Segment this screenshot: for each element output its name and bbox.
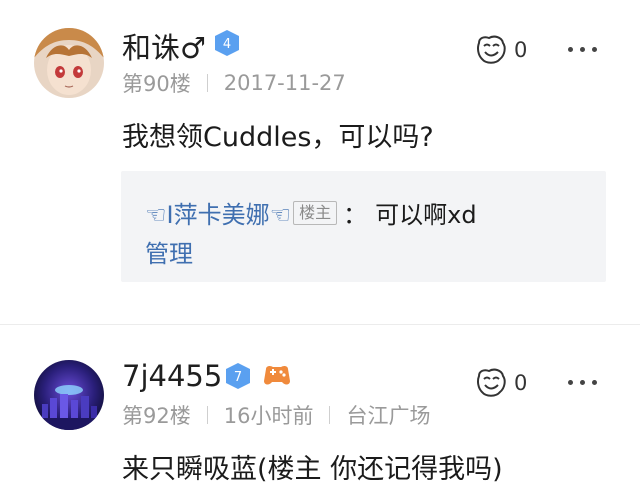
divider	[206, 74, 208, 92]
like-button[interactable]: 0	[474, 33, 527, 67]
username[interactable]: 7j4455	[122, 359, 222, 393]
level-badge-icon: 7	[223, 361, 253, 391]
like-count: 0	[514, 38, 528, 62]
more-icon[interactable]	[568, 47, 597, 52]
post-content: 来只瞬吸蓝(楼主 你还记得我吗)	[122, 454, 503, 485]
post-item: 7j4455 7 第92楼 16小时前 台江广场 0 来只瞬吸蓝(楼主 你还记得…	[0, 325, 640, 501]
level-value: 4	[223, 37, 231, 52]
avatar[interactable]	[34, 360, 104, 430]
game-badge-icon	[262, 363, 292, 393]
post-item: 和诛♂ 4 第90楼 2017-11-27 0 我想领Cuddles，可以吗? …	[0, 0, 640, 325]
level-badge-icon: 4	[212, 28, 242, 58]
reply-box: ☜I萍卡美娜☜ 楼主 ： 可以啊xd 管理	[121, 171, 606, 282]
divider	[206, 406, 208, 424]
floor-number: 第90楼	[122, 72, 191, 96]
post-meta: 第90楼 2017-11-27	[122, 68, 346, 98]
floor-number: 第92楼	[122, 404, 191, 428]
post-location: 台江广场	[346, 404, 431, 428]
divider	[329, 406, 331, 424]
post-time: 2017-11-27	[223, 71, 346, 95]
post-time: 16小时前	[223, 404, 314, 428]
like-button[interactable]: 0	[474, 366, 527, 400]
username[interactable]: 和诛♂	[122, 25, 206, 67]
level-value: 7	[234, 370, 242, 385]
like-count: 0	[514, 371, 528, 395]
reply-text: 可以啊xd	[375, 201, 477, 229]
like-face-icon	[477, 35, 506, 64]
reply-author-link[interactable]: ☜I萍卡美娜☜	[145, 195, 291, 230]
more-icon[interactable]	[568, 380, 597, 385]
avatar[interactable]	[34, 28, 104, 98]
reply-line: ☜I萍卡美娜☜ 楼主 ： 可以啊xd	[145, 195, 477, 230]
like-face-icon	[477, 368, 506, 397]
host-tag: 楼主	[293, 200, 338, 225]
reply-separator: ：	[343, 201, 368, 229]
post-content: 我想领Cuddles，可以吗?	[122, 122, 434, 153]
post-meta: 第92楼 16小时前 台江广场	[122, 400, 430, 430]
manage-link[interactable]: 管理	[145, 234, 193, 269]
